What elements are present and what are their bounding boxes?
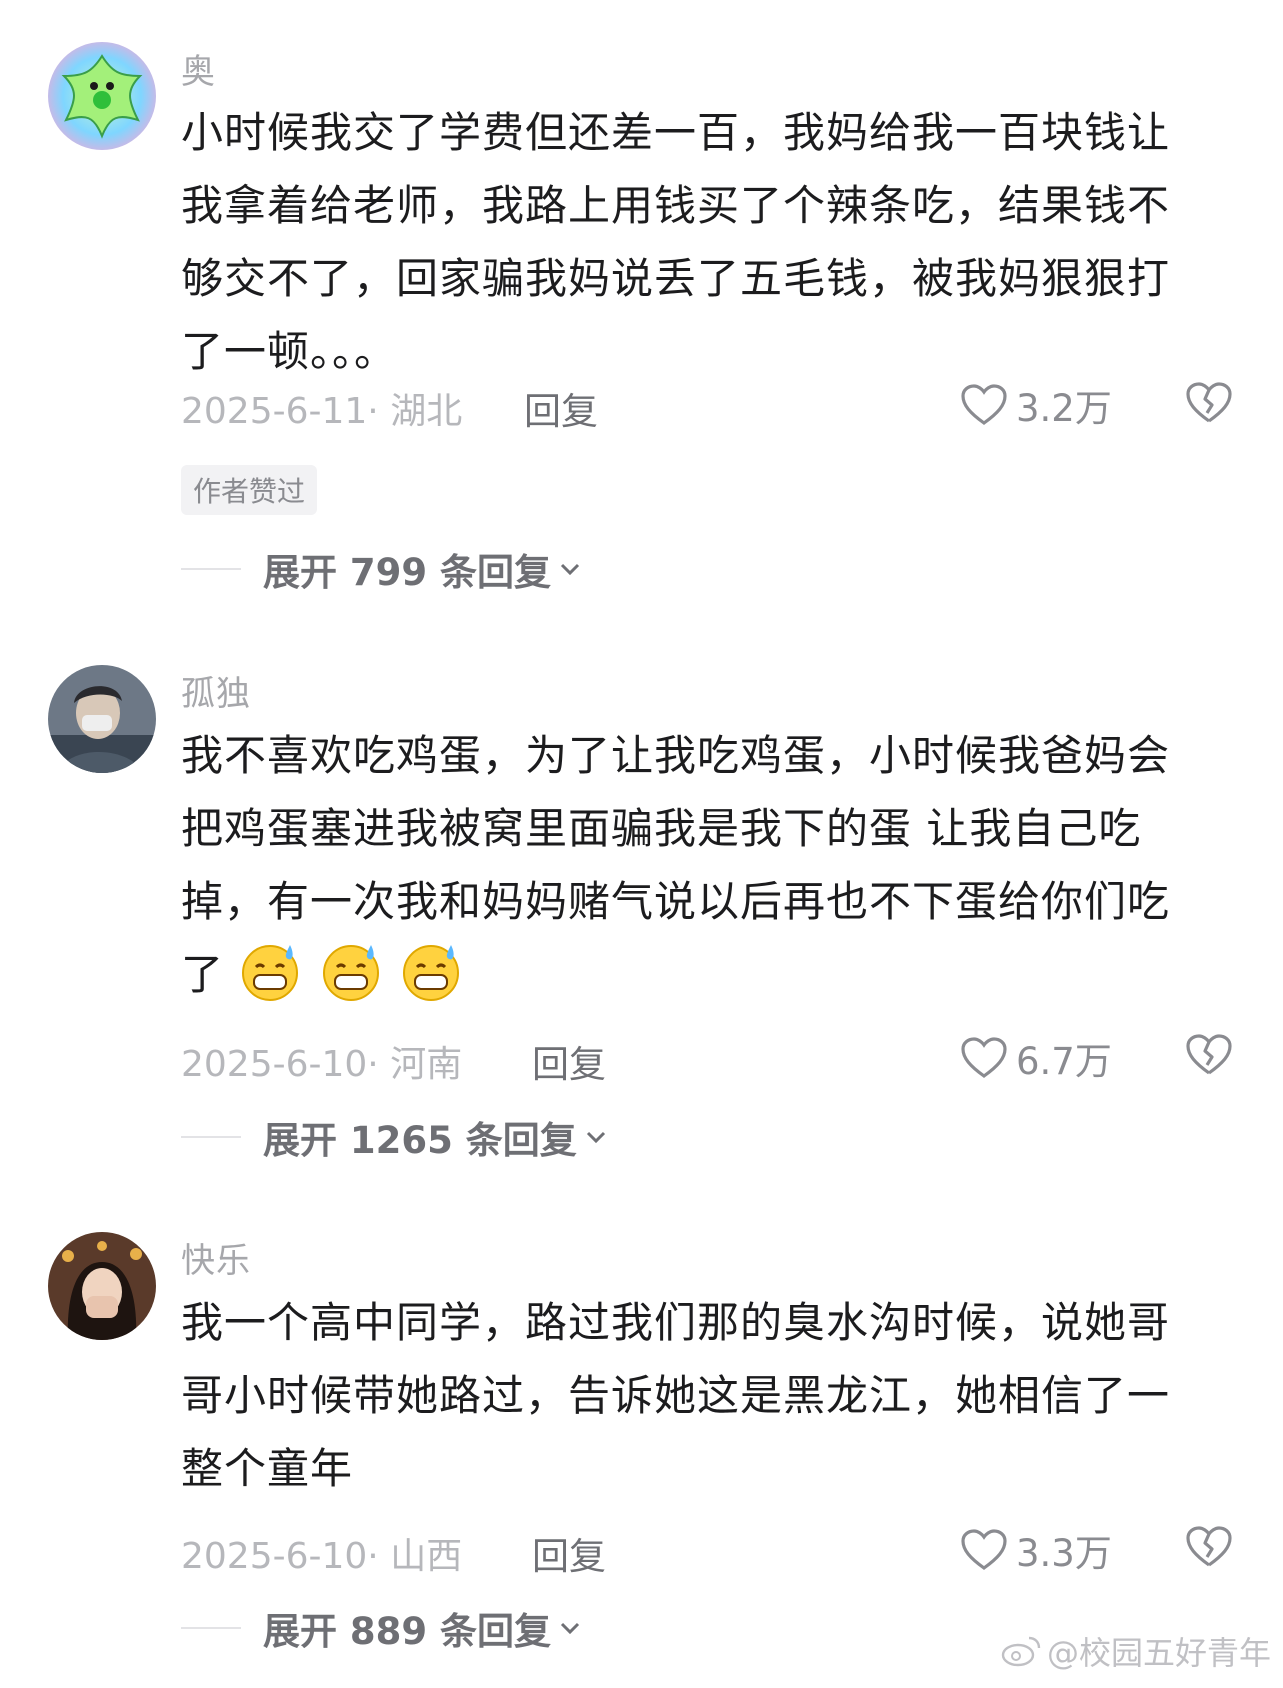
emoji-row	[224, 945, 465, 1001]
comment-meta: 2025-6-10· 山西	[181, 1536, 463, 1577]
chevron-down-icon	[586, 1131, 605, 1144]
divider	[181, 568, 241, 570]
heart-icon	[961, 384, 1007, 425]
comment-meta: 2025-6-11· 湖北	[181, 391, 463, 432]
grin-sweat-emoji	[403, 945, 460, 1001]
girl-photo-avatar	[48, 1232, 156, 1340]
grin-sweat-emoji	[322, 945, 379, 1001]
heart-icon	[961, 1529, 1007, 1570]
expand-label: 展开 889 条回复	[263, 1610, 551, 1653]
divider	[181, 1627, 241, 1629]
heart-icon	[961, 1037, 1007, 1078]
comment-text: 我不喜欢吃鸡蛋，为了让我吃鸡蛋，小时候我爸妈会把鸡蛋塞进我被窝里面骗我是我下的蛋…	[181, 719, 1211, 1011]
weibo-logo-icon	[1001, 1636, 1041, 1667]
chevron-down-icon	[560, 563, 580, 576]
like-button[interactable]: 6.7万	[960, 1031, 1112, 1085]
chevron-down-icon	[560, 1622, 580, 1635]
reply-button[interactable]: 回复	[532, 1034, 606, 1088]
expand-replies-button[interactable]: 展开 799 条回复	[181, 542, 585, 596]
divider	[181, 1136, 241, 1138]
expand-replies-button[interactable]: 展开 889 条回复	[181, 1601, 585, 1655]
green-star-avatar	[48, 42, 156, 150]
reply-button[interactable]: 回复	[532, 1526, 606, 1580]
avatar[interactable]	[48, 1232, 156, 1340]
comment-text: 小时候我交了学费但还差一百，我妈给我一百块钱让我拿着给老师，我路上用钱买了个辣条…	[181, 108, 1171, 376]
like-count: 6.7万	[1016, 1040, 1112, 1083]
expand-label: 展开 1265 条回复	[263, 1119, 577, 1162]
like-button[interactable]: 3.3万	[960, 1523, 1112, 1577]
person-photo-avatar	[48, 665, 156, 773]
username[interactable]: 奥	[181, 44, 216, 93]
expand-label: 展开 799 条回复	[263, 551, 551, 594]
broken-heart-icon[interactable]	[1185, 1525, 1233, 1569]
like-count: 3.3万	[1016, 1532, 1112, 1575]
comment-meta: 2025-6-10· 河南	[181, 1044, 463, 1085]
like-count: 3.2万	[1016, 387, 1112, 430]
broken-heart-icon[interactable]	[1185, 381, 1233, 425]
watermark-text: @校园五好青年	[1046, 1634, 1271, 1672]
avatar[interactable]	[48, 42, 156, 150]
broken-heart-icon[interactable]	[1185, 1033, 1233, 1077]
username[interactable]: 孤独	[181, 666, 251, 715]
watermark: @校园五好青年	[1001, 1628, 1271, 1674]
like-button[interactable]: 3.2万	[960, 378, 1112, 432]
author-liked-badge: 作者赞过	[181, 465, 318, 515]
avatar[interactable]	[48, 665, 156, 773]
comment-text: 我一个高中同学，路过我们那的臭水沟时候，说她哥哥小时候带她路过，告诉她这是黑龙江…	[181, 1298, 1171, 1493]
reply-button[interactable]: 回复	[524, 381, 598, 435]
expand-replies-button[interactable]: 展开 1265 条回复	[181, 1110, 611, 1164]
username[interactable]: 快乐	[181, 1233, 251, 1282]
grin-sweat-emoji	[242, 945, 299, 1001]
